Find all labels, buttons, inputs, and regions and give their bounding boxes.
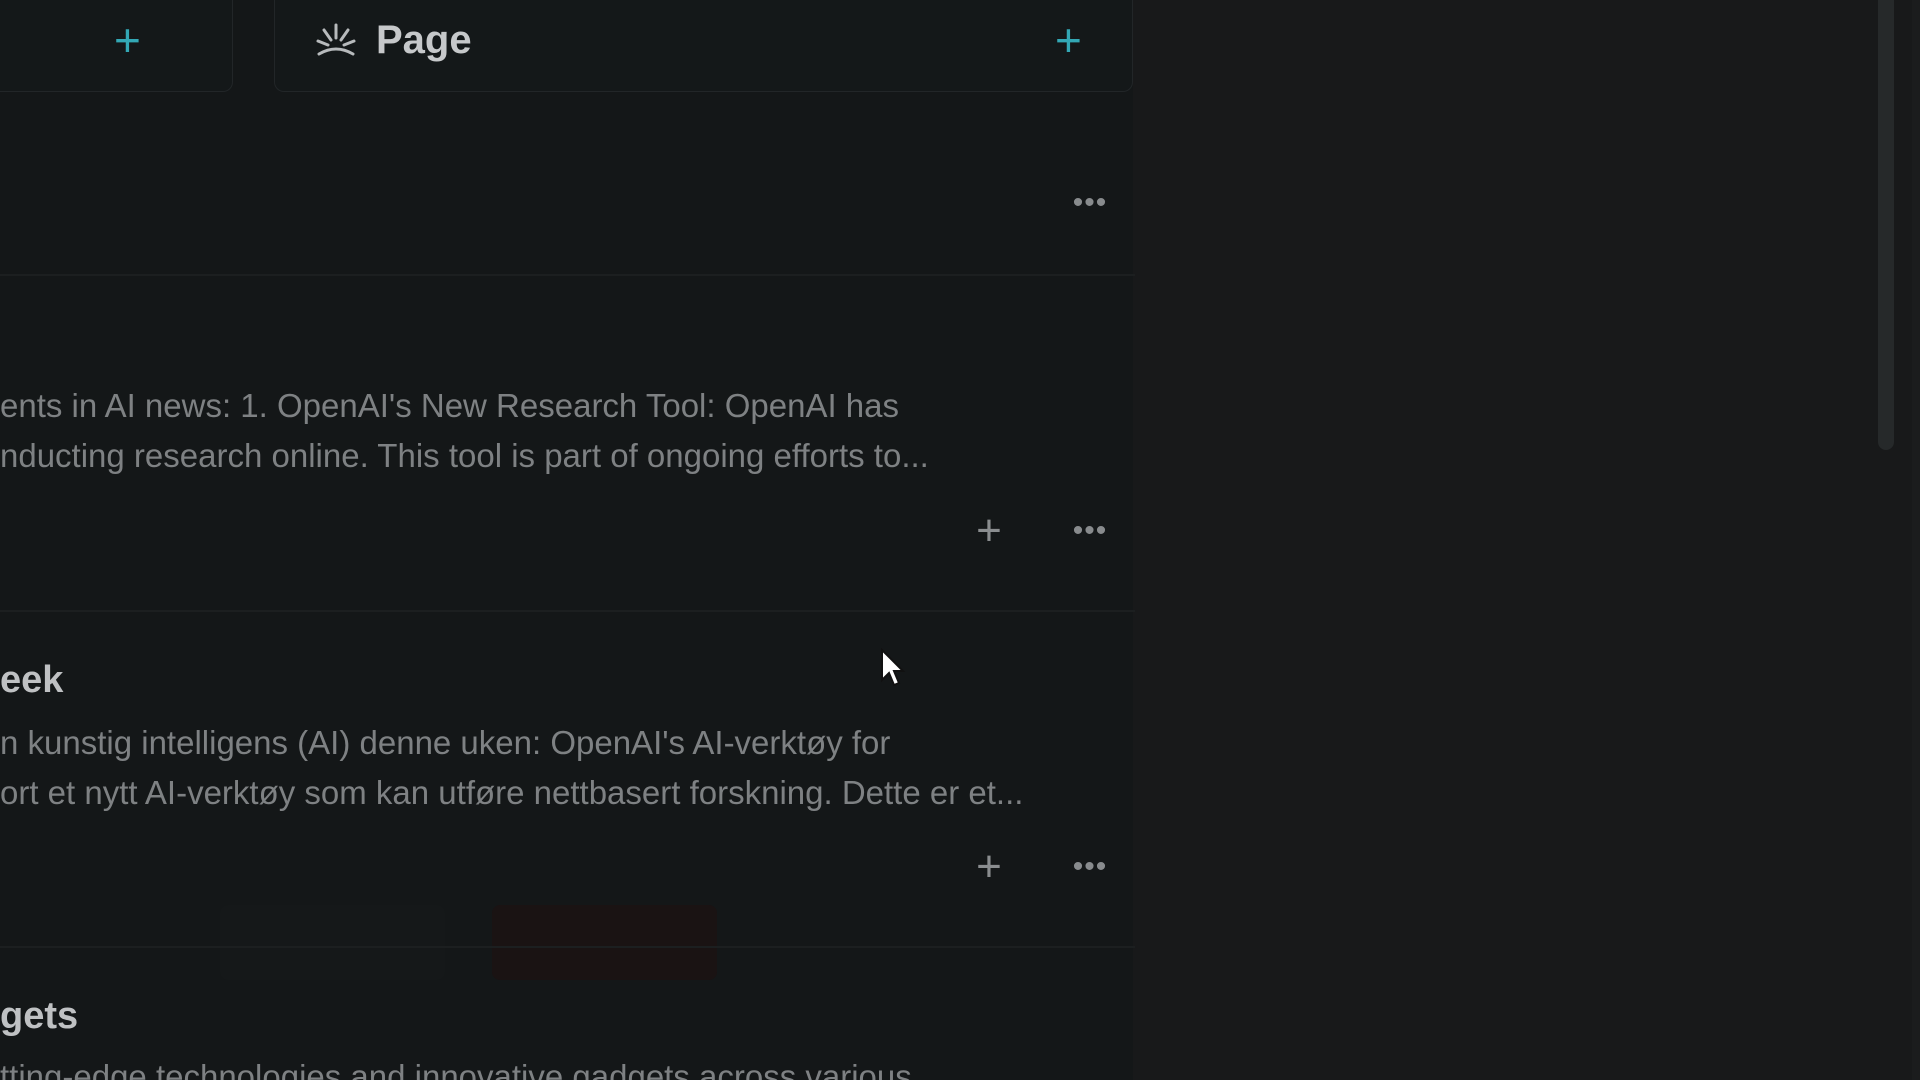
card-title[interactable]: eek	[0, 659, 63, 702]
add-icon[interactable]: +	[969, 845, 1009, 889]
more-options-icon[interactable]: •••	[1070, 188, 1110, 218]
page-label: Page	[376, 18, 472, 62]
divider	[0, 274, 1135, 276]
faded-button	[492, 905, 717, 980]
more-options-icon[interactable]: •••	[1070, 852, 1110, 882]
card-summary: tting-edge technologies and innovative g…	[0, 1052, 912, 1080]
plus-icon: +	[114, 14, 141, 66]
new-page-button[interactable]: Page +	[274, 0, 1133, 92]
page-frame: + Page + ••• ents in AI news: 1. OpenAI'…	[0, 0, 1920, 1080]
empty-canvas-area	[1133, 0, 1920, 1080]
sparkle-page-icon	[316, 23, 356, 56]
divider	[0, 610, 1135, 612]
card-summary: n kunstig intelligens (AI) denne uken: O…	[0, 718, 1023, 818]
more-options-icon[interactable]: •••	[1070, 516, 1110, 546]
faded-button	[220, 905, 445, 980]
card-summary-line: nducting research online. This tool is p…	[0, 437, 929, 474]
divider	[0, 946, 1135, 948]
mouse-cursor-icon	[881, 648, 906, 687]
card-summary: ents in AI news: 1. OpenAI's New Researc…	[0, 381, 929, 481]
card-summary-line: tting-edge technologies and innovative g…	[0, 1058, 912, 1080]
new-item-button[interactable]: +	[0, 0, 233, 92]
window-edge	[1912, 0, 1920, 1080]
card-summary-line: n kunstig intelligens (AI) denne uken: O…	[0, 724, 891, 761]
card-summary-line: ort et nytt AI-verktøy som kan utføre ne…	[0, 774, 1024, 811]
plus-icon: +	[1055, 14, 1082, 66]
card-summary-line: ents in AI news: 1. OpenAI's New Researc…	[0, 387, 900, 424]
card-title[interactable]: gets	[0, 995, 78, 1038]
add-icon[interactable]: +	[969, 509, 1009, 553]
scrollbar-thumb[interactable]	[1878, 0, 1894, 450]
